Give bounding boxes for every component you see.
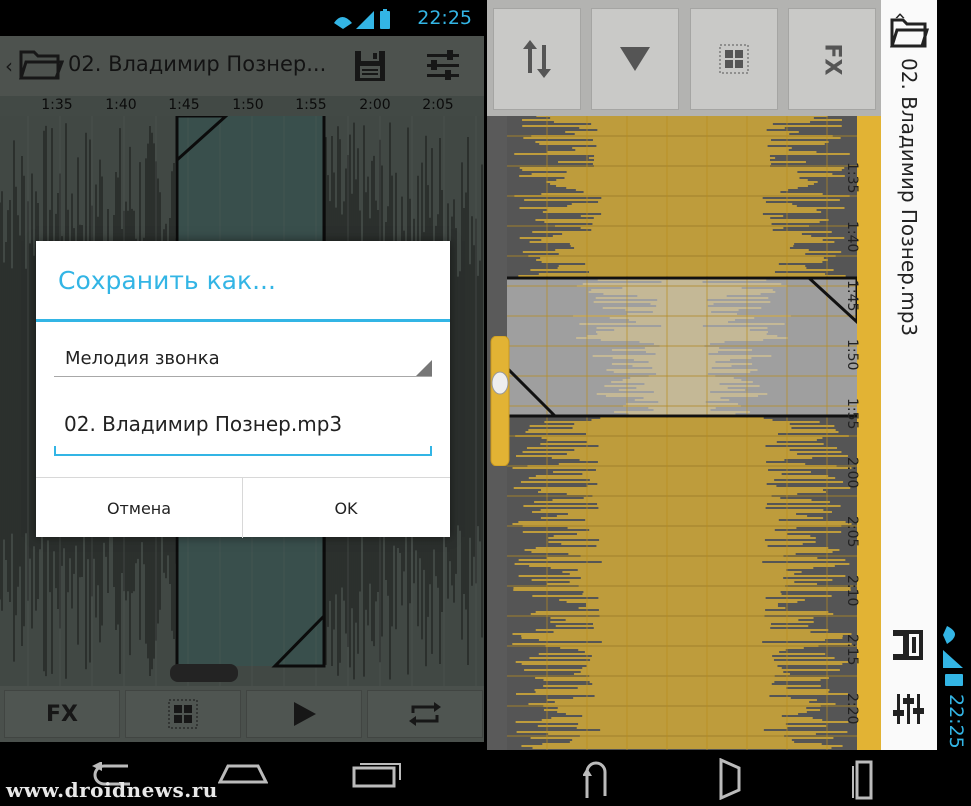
- filename-input[interactable]: [64, 412, 424, 436]
- ruler-label: 2:05: [844, 516, 860, 548]
- home-icon[interactable]: [218, 762, 268, 786]
- recents-icon[interactable]: [849, 758, 875, 800]
- nav-bar: [487, 750, 971, 806]
- home-icon[interactable]: [717, 758, 743, 800]
- cancel-button[interactable]: Отмена: [36, 478, 242, 538]
- recents-icon[interactable]: [352, 760, 402, 788]
- ok-button[interactable]: OK: [243, 478, 449, 538]
- ringtone-type-spinner[interactable]: Мелодия звонка: [54, 341, 432, 377]
- dialog-buttons: Отмена OK: [36, 477, 450, 538]
- status-time: 22:25: [417, 7, 472, 29]
- right-phone-screen: FX 1:35 1:40 1:45 1:50 1:55 2:00 2:05 2:…: [487, 0, 971, 806]
- ruler-label: 2:00: [844, 457, 860, 489]
- back-icon[interactable]: [583, 758, 609, 800]
- signal-icons: [334, 9, 390, 29]
- dropdown-button[interactable]: [591, 8, 679, 110]
- swap-button[interactable]: [493, 8, 581, 110]
- left-phone-screen: 22:25 ‹ 02. Владимир Познер... 1:35 1:40: [0, 0, 484, 806]
- waveform-graphic: [507, 116, 857, 750]
- track-title: 02. Владимир Познер.mp3: [897, 58, 921, 337]
- title-bar: ‹ 02. Владимир Познер.mp3: [881, 0, 937, 750]
- ruler-label: 1:40: [844, 221, 860, 253]
- grid-button[interactable]: [690, 8, 778, 110]
- save-icon[interactable]: [891, 628, 925, 662]
- spinner-value: Мелодия звонка: [65, 348, 220, 369]
- ruler-label: 1:55: [844, 398, 860, 430]
- ruler-label: 1:45: [844, 280, 860, 312]
- watermark: www.droidnews.ru: [6, 778, 218, 802]
- status-bar: 22:25: [937, 0, 971, 750]
- ruler-label: 2:15: [844, 634, 860, 666]
- status-bar: 22:25: [0, 0, 484, 36]
- ruler-label: 2:10: [844, 575, 860, 607]
- timeline-ruler[interactable]: 1:35 1:40 1:45 1:50 1:55 2:00 2:05 2:10 …: [844, 116, 881, 750]
- ruler-label: 1:50: [844, 339, 860, 371]
- ruler-label: 1:35: [844, 162, 860, 194]
- grid-icon: [719, 44, 749, 74]
- down-triangle-icon: [620, 47, 650, 71]
- top-toolbar: FX: [487, 0, 881, 116]
- save-as-dialog: Сохранить как... Мелодия звонка Отмена O…: [36, 241, 450, 538]
- swap-icon: [523, 40, 551, 78]
- status-time: 22:25: [945, 694, 967, 749]
- folder-icon[interactable]: [889, 14, 929, 50]
- fx-label: FX: [819, 43, 845, 75]
- spinner-arrow-icon: [416, 360, 432, 376]
- dialog-title: Сохранить как...: [58, 266, 276, 295]
- fx-button[interactable]: FX: [788, 8, 876, 110]
- filename-field[interactable]: [54, 406, 432, 456]
- dialog-divider: [36, 319, 450, 322]
- signal-icons: [943, 626, 963, 686]
- waveform-view[interactable]: [507, 116, 857, 750]
- ruler-label: 2:20: [844, 693, 860, 725]
- field-underline: [54, 446, 432, 454]
- sliders-icon[interactable]: [891, 692, 925, 726]
- scroll-handle[interactable]: [489, 336, 511, 466]
